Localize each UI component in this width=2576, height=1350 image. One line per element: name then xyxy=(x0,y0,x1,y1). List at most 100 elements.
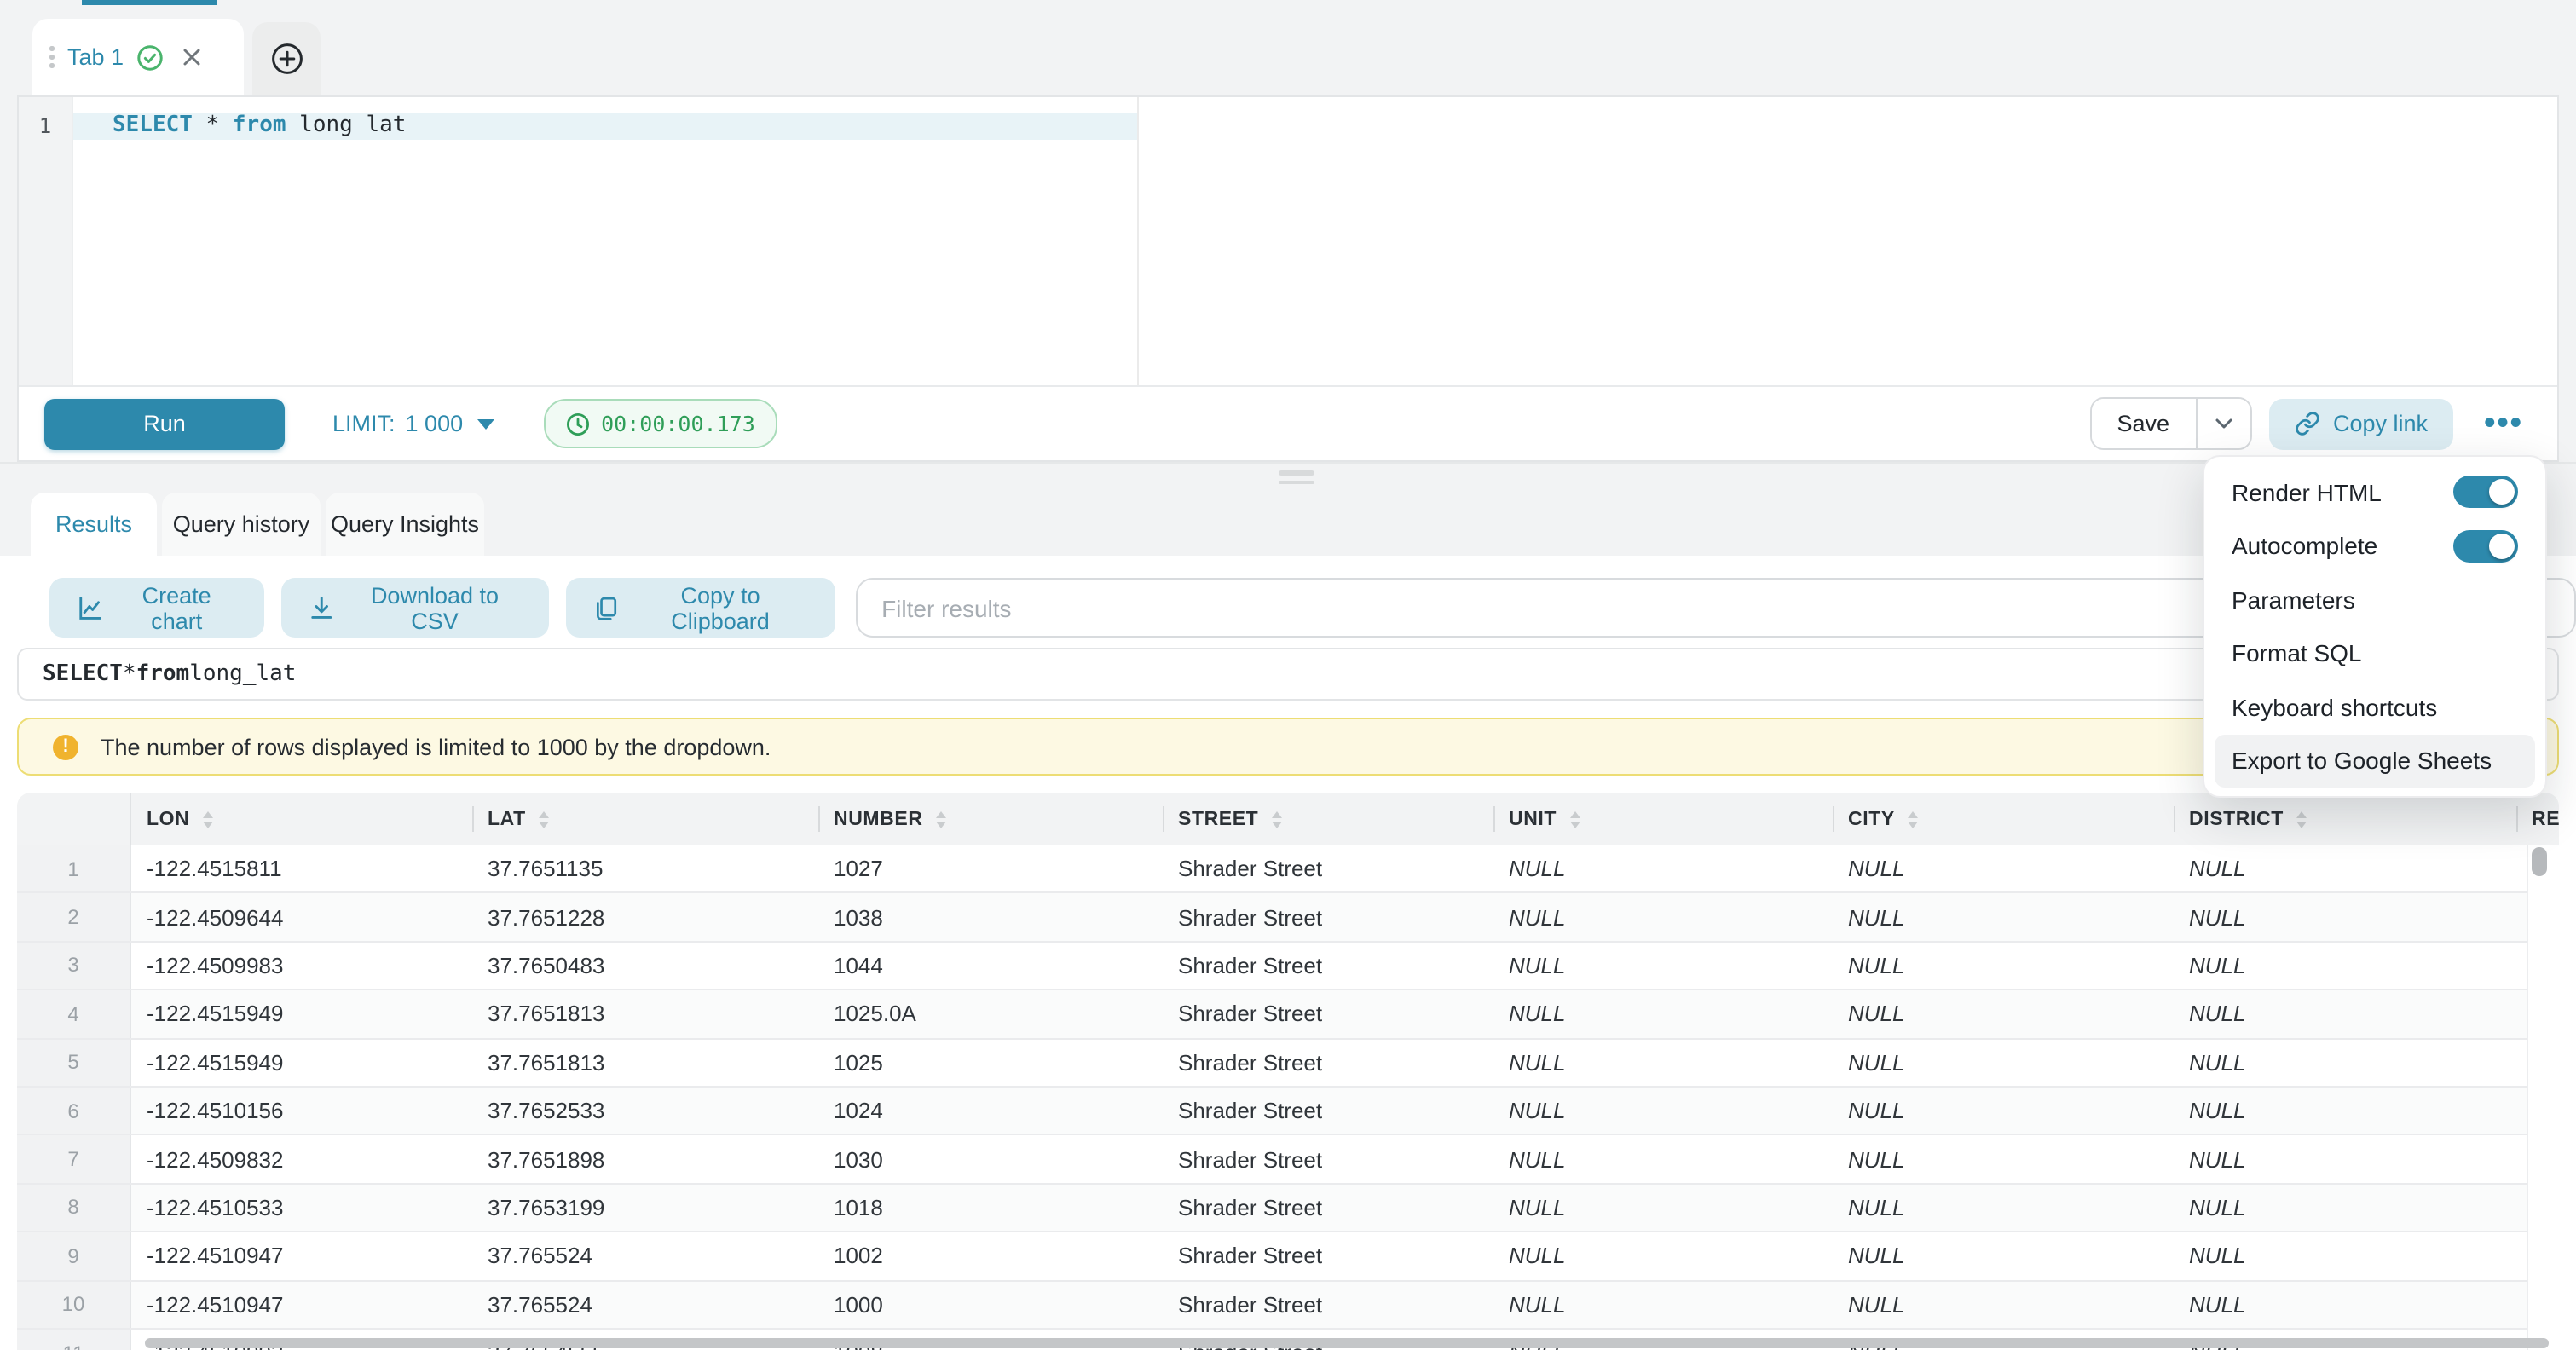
row-number: 3 xyxy=(17,943,131,989)
create-chart-button[interactable]: Create chart xyxy=(49,578,264,638)
sort-icon[interactable] xyxy=(1570,811,1580,828)
cell: NULL xyxy=(1833,856,2174,881)
download-csv-button[interactable]: Download to CSV xyxy=(281,578,549,638)
sql-code-line[interactable]: SELECT * from long_lat xyxy=(113,112,406,140)
editor-tab-1[interactable]: Tab 1 xyxy=(32,19,244,95)
cell: -122.4509832 xyxy=(131,1146,472,1172)
menu-item-parameters[interactable]: Parameters xyxy=(2215,573,2535,626)
cell: 37.765524 xyxy=(472,1243,818,1269)
cell: NULL xyxy=(2174,1146,2516,1172)
cell: NULL xyxy=(1493,1195,1833,1220)
tab-results[interactable]: Results xyxy=(31,493,157,556)
menu-item-keyboard-shortcuts[interactable]: Keyboard shortcuts xyxy=(2215,680,2535,734)
tab-query-history[interactable]: Query history xyxy=(162,493,321,556)
column-header-city[interactable]: CITY xyxy=(1833,793,2174,845)
table-row[interactable]: 1-122.451581137.76511351027Shrader Stree… xyxy=(17,845,2535,894)
column-header-lon[interactable]: LON xyxy=(131,793,472,845)
menu-item-autocomplete[interactable]: Autocomplete xyxy=(2215,519,2535,573)
table-row[interactable]: 7-122.450983237.76518981030Shrader Stree… xyxy=(17,1136,2535,1185)
render-html-toggle-on[interactable] xyxy=(2453,476,2518,509)
cell: NULL xyxy=(1493,1098,1833,1123)
close-tab-icon[interactable] xyxy=(182,48,200,66)
query-success-icon xyxy=(136,43,163,71)
download-icon xyxy=(309,594,335,621)
tab-query-insights[interactable]: Query Insights xyxy=(326,493,484,556)
cell: -122.4509644 xyxy=(131,904,472,930)
cell: -122.4510533 xyxy=(131,1195,472,1220)
cell: NULL xyxy=(2174,856,2516,881)
row-number: 6 xyxy=(17,1088,131,1134)
table-row[interactable]: 8-122.451053337.76531991018Shrader Stree… xyxy=(17,1184,2535,1232)
table-row[interactable]: 3-122.450998337.76504831044Shrader Stree… xyxy=(17,943,2535,991)
save-options-button[interactable] xyxy=(2195,399,2250,448)
cell: 1018 xyxy=(818,1195,1163,1220)
cell: -122.4515949 xyxy=(131,1001,472,1027)
cell: NULL xyxy=(2174,904,2516,930)
cell: 1024 xyxy=(818,1098,1163,1123)
sql-query-workbench: Tab 1 1 SELECT * from long_lat Run LIMIT… xyxy=(0,0,2576,1350)
cell: NULL xyxy=(2174,1001,2516,1027)
table-row[interactable]: 9-122.451094737.7655241002Shrader Street… xyxy=(17,1232,2535,1281)
menu-item-format-sql[interactable]: Format SQL xyxy=(2215,626,2535,680)
sort-icon[interactable] xyxy=(2297,811,2307,828)
resize-handle[interactable] xyxy=(1279,470,1314,484)
limit-dropdown[interactable]: LIMIT: 1 000 xyxy=(332,411,494,436)
cell: NULL xyxy=(2174,1050,2516,1076)
vertical-scrollbar-track[interactable] xyxy=(2527,845,2552,1350)
cell: NULL xyxy=(1493,1001,1833,1027)
cell: -122.4515949 xyxy=(131,1050,472,1076)
table-row[interactable]: 10-122.451094737.7655241000Shrader Stree… xyxy=(17,1281,2535,1330)
cell: NULL xyxy=(1833,1243,2174,1269)
more-options-button[interactable]: ••• xyxy=(2477,407,2530,440)
sort-icon[interactable] xyxy=(1909,811,1919,828)
table-row[interactable]: 6-122.451015637.76525331024Shrader Stree… xyxy=(17,1088,2535,1136)
run-button[interactable]: Run xyxy=(44,398,285,449)
warning-icon: ! xyxy=(53,734,78,759)
column-header-number[interactable]: NUMBER xyxy=(818,793,1163,845)
table-row[interactable]: 5-122.451594937.76518131025Shrader Stree… xyxy=(17,1039,2535,1088)
cell: 37.7650483 xyxy=(472,953,818,978)
cell: NULL xyxy=(1493,1243,1833,1269)
sort-icon[interactable] xyxy=(540,811,550,828)
results-panel: Create chart Download to CSV Copy to Cli… xyxy=(0,556,2576,1350)
tab-label: Tab 1 xyxy=(67,44,124,70)
table-row[interactable]: 2-122.450964437.76512281038Shrader Stree… xyxy=(17,894,2535,943)
column-header-unit[interactable]: UNIT xyxy=(1493,793,1833,845)
row-number: 9 xyxy=(17,1232,131,1279)
print-margin-ruler xyxy=(1137,97,1139,387)
vertical-scrollbar-thumb[interactable] xyxy=(2532,847,2547,876)
row-number: 8 xyxy=(17,1184,131,1231)
editor-gutter: 1 xyxy=(19,97,73,387)
column-header-district[interactable]: DISTRICT xyxy=(2174,793,2516,845)
row-number: 2 xyxy=(17,894,131,941)
menu-item-export-google-sheets[interactable]: Export to Google Sheets xyxy=(2215,734,2535,788)
column-header-re[interactable]: RE xyxy=(2516,793,2559,845)
sort-icon[interactable] xyxy=(203,811,213,828)
row-number: 4 xyxy=(17,990,131,1037)
sort-icon[interactable] xyxy=(937,811,947,828)
cell: NULL xyxy=(1493,1050,1833,1076)
cell: NULL xyxy=(1833,904,2174,930)
copy-link-button[interactable]: Copy link xyxy=(2268,398,2453,449)
copy-to-clipboard-button[interactable]: Copy to Clipboard xyxy=(566,578,836,638)
menu-item-render-html[interactable]: Render HTML xyxy=(2215,465,2535,519)
autocomplete-toggle-on[interactable] xyxy=(2453,530,2518,562)
cell: Shrader Street xyxy=(1163,904,1493,930)
cell: -122.4510156 xyxy=(131,1098,472,1123)
cell: 37.7651813 xyxy=(472,1050,818,1076)
sort-icon[interactable] xyxy=(1272,811,1282,828)
cell: 37.7652533 xyxy=(472,1098,818,1123)
horizontal-scrollbar-thumb[interactable] xyxy=(145,1337,2549,1348)
editor-toolbar: Run LIMIT: 1 000 00:00:00.173 Save Copy … xyxy=(19,385,2557,460)
new-tab-button[interactable] xyxy=(252,22,321,95)
tab-drag-handle-icon[interactable] xyxy=(49,47,54,68)
cell: 37.7653199 xyxy=(472,1195,818,1220)
row-number: 10 xyxy=(17,1281,131,1328)
cell: NULL xyxy=(1833,1195,2174,1220)
table-row[interactable]: 4-122.451594937.76518131025.0AShrader St… xyxy=(17,990,2535,1039)
column-header-street[interactable]: STREET xyxy=(1163,793,1493,845)
save-button[interactable]: Save xyxy=(2091,399,2195,448)
cell: 1000 xyxy=(818,1291,1163,1317)
clipboard-icon xyxy=(593,594,620,621)
column-header-lat[interactable]: LAT xyxy=(472,793,818,845)
